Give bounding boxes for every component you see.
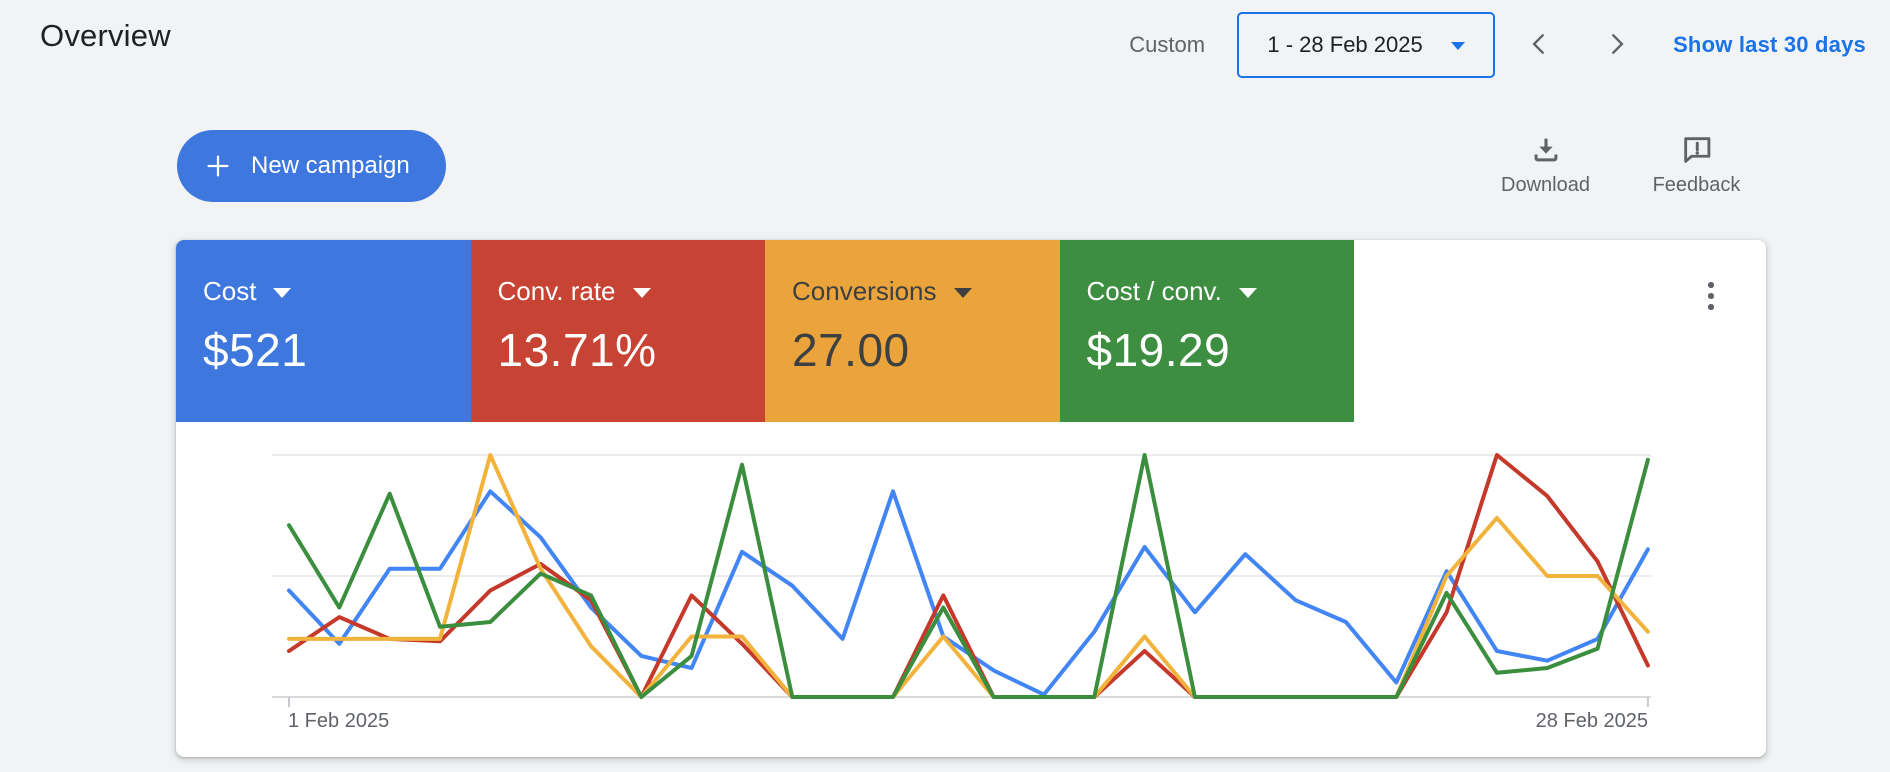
feedback-label: Feedback	[1652, 174, 1741, 196]
scorecard-conv-rate[interactable]: Conv. rate 13.71%	[470, 240, 765, 422]
scorecard-value: 27.00	[792, 324, 910, 376]
scorecard-conversions[interactable]: Conversions 27.00	[765, 240, 1060, 422]
scorecard-label: Conversions	[792, 276, 937, 306]
download-button[interactable]: Download	[1483, 133, 1608, 197]
chevron-down-icon[interactable]	[953, 288, 972, 298]
download-label: Download	[1501, 174, 1590, 196]
more-options-button[interactable]	[1689, 272, 1733, 320]
scorecard-value: 13.71%	[497, 324, 657, 376]
custom-range-label: Custom	[1129, 32, 1206, 57]
scorecard-label: Conv. rate	[497, 276, 616, 306]
chevron-left-icon	[1523, 28, 1555, 63]
scorecard-label: Cost / conv.	[1086, 276, 1222, 306]
chevron-down-icon	[1450, 42, 1465, 50]
chevron-down-icon[interactable]	[1238, 288, 1257, 298]
plus-icon	[203, 151, 233, 181]
date-controls: Custom 1 - 28 Feb 2025 Show last 30 days	[1129, 12, 1866, 78]
performance-line-chart[interactable]	[250, 430, 1670, 760]
chevron-down-icon[interactable]	[273, 288, 292, 298]
next-period-button[interactable]	[1601, 28, 1633, 63]
x-axis-end-label: 28 Feb 2025	[1535, 710, 1648, 732]
scorecard-value: $19.29	[1086, 324, 1231, 376]
scorecard-value: $521	[203, 324, 308, 376]
scorecard-cost[interactable]: Cost $521	[176, 240, 471, 422]
feedback-button[interactable]: Feedback	[1634, 133, 1759, 197]
chevron-right-icon	[1601, 28, 1633, 63]
date-range-picker[interactable]: 1 - 28 Feb 2025	[1237, 12, 1496, 78]
scorecard-cost-per-conv[interactable]: Cost / conv. $19.29	[1059, 240, 1354, 422]
scorecard-label: Cost	[203, 276, 257, 306]
show-last-30-days-link[interactable]: Show last 30 days	[1673, 32, 1866, 58]
scorecards: Cost $521 Conv. rate 13.71% Conversions …	[176, 240, 1766, 422]
panel-actions: Download Feedback	[1483, 133, 1759, 197]
new-campaign-button[interactable]: New campaign	[177, 130, 446, 202]
chevron-down-icon[interactable]	[632, 288, 651, 298]
download-icon	[1529, 133, 1563, 167]
previous-period-button[interactable]	[1523, 28, 1555, 63]
date-range-value: 1 - 28 Feb 2025	[1267, 32, 1423, 57]
feedback-icon	[1680, 133, 1714, 167]
x-axis-start-label: 1 Feb 2025	[288, 710, 390, 732]
page-title: Overview	[40, 18, 171, 53]
more-vert-icon	[1708, 282, 1714, 288]
new-campaign-label: New campaign	[251, 152, 410, 179]
overview-panel: Cost $521 Conv. rate 13.71% Conversions …	[176, 240, 1766, 757]
